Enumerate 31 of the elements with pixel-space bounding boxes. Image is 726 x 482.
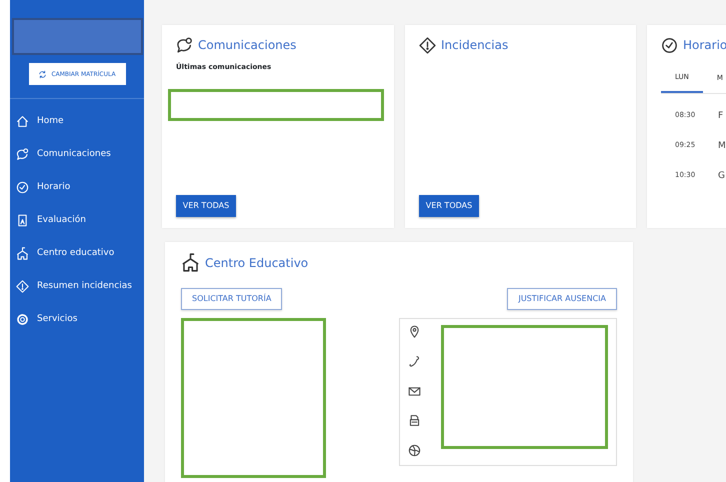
warning-icon [419,36,436,54]
sync-icon [38,70,48,78]
subject-name: F [718,110,724,122]
subject-name: G [718,170,725,182]
sidebar-item[interactable]: Home [10,105,144,138]
subject-name: M [718,140,726,152]
envelope-icon [408,384,421,398]
sidebar-item[interactable]: Comunicaciones [10,138,144,171]
location-pin-icon [408,325,421,338]
request-tutoring-button[interactable]: SOLICITAR TUTORÍA [181,288,282,310]
globe-icon [408,444,421,457]
view-all-button[interactable]: VER TODAS [419,195,479,217]
sidebar-item[interactable]: Resumen incidencias [10,270,144,303]
speech-bubble-icon [176,36,193,54]
sidebar-item[interactable]: Evaluación [10,204,144,237]
view-all-button[interactable]: VER TODAS [176,195,236,217]
speech-bubble-icon [16,148,29,161]
school-building-icon [16,247,29,260]
fax-icon [408,414,421,428]
id-card-icon [16,214,29,227]
card-title: Incidencias [441,37,508,54]
sidebar-item[interactable]: Centro educativo [10,237,144,270]
sidebar-item[interactable]: Horario [10,171,144,204]
card-title: Centro Educativo [205,254,308,272]
home-icon [16,115,29,128]
phone-icon [408,354,421,368]
sidebar-item[interactable]: Servicios [10,303,144,336]
card-title: Comunicaciones [198,37,296,54]
warning-icon [16,280,29,293]
justify-absence-button[interactable]: JUSTIFICAR AUSENCIA [507,288,617,310]
school-building-icon [181,253,200,272]
